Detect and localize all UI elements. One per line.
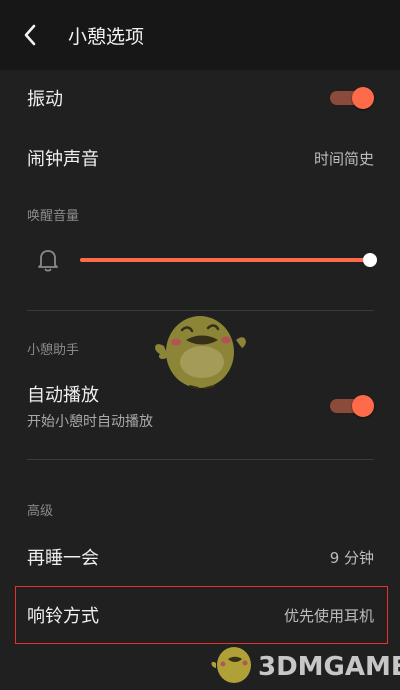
slider-knob[interactable] — [363, 253, 377, 267]
slider-fill — [80, 258, 370, 262]
ring-mode-label: 响铃方式 — [27, 602, 99, 628]
autoplay-label: 自动播放 — [27, 381, 153, 407]
wake-volume-section-title: 唤醒音量 — [27, 205, 79, 224]
snooze-row[interactable]: 再睡一会 9 分钟 — [0, 540, 400, 574]
assistant-section-title: 小憩助手 — [27, 339, 79, 358]
alarm-sound-value: 时间简史 — [314, 148, 374, 169]
app-bar: 小憩选项 — [0, 0, 400, 70]
watermark-bird-icon — [210, 637, 256, 687]
volume-slider[interactable] — [80, 252, 370, 268]
autoplay-toggle[interactable] — [330, 396, 374, 416]
chevron-left-icon — [22, 23, 38, 47]
snooze-label: 再睡一会 — [27, 544, 99, 570]
watermark-text: 3DMGAME — [258, 652, 400, 682]
vibrate-label: 振动 — [27, 85, 63, 111]
advanced-section-title: 高级 — [27, 500, 53, 519]
autoplay-sublabel: 开始小憩时自动播放 — [27, 411, 153, 431]
vibrate-toggle[interactable] — [330, 88, 374, 108]
toggle-thumb — [352, 395, 374, 417]
snooze-value: 9 分钟 — [330, 547, 374, 568]
volume-row — [0, 243, 400, 275]
page-title: 小憩选项 — [68, 22, 144, 49]
mascot-watermark-image — [150, 300, 250, 395]
vibrate-row[interactable]: 振动 — [0, 82, 400, 114]
back-button[interactable] — [0, 0, 60, 70]
alarm-sound-row[interactable]: 闹钟声音 时间简史 — [0, 141, 400, 175]
autoplay-text: 自动播放 开始小憩时自动播放 — [27, 381, 153, 431]
toggle-thumb — [352, 87, 374, 109]
alarm-sound-label: 闹钟声音 — [27, 145, 99, 171]
divider — [27, 459, 374, 460]
ring-mode-value: 优先使用耳机 — [284, 605, 374, 626]
bell-icon — [36, 247, 60, 273]
ring-mode-row[interactable]: 响铃方式 优先使用耳机 — [0, 598, 400, 632]
